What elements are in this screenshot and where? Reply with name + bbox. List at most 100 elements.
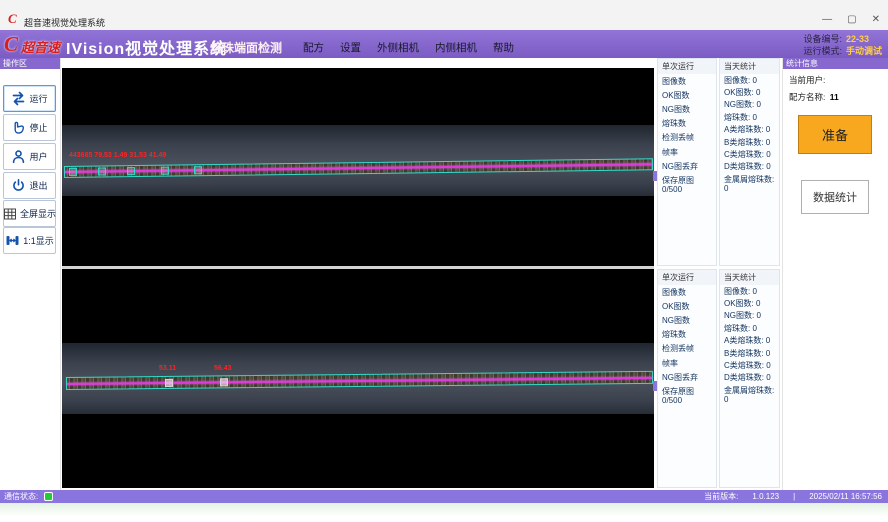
top-single-run-panel: 单次运行 图像数OK图数NG图数熔珠数检测丢帧帧率NG图丢弃保存原图 0/500: [657, 58, 717, 266]
minimize-button[interactable]: —: [822, 14, 832, 26]
window-bottom-edge: [0, 503, 888, 522]
recipe-name-value: 11: [830, 92, 839, 102]
stat-row: 金属屑熔珠数: 0: [720, 384, 779, 405]
panel-title: 单次运行: [658, 59, 716, 74]
app-logo-icon: C: [8, 12, 17, 25]
bead-marker: [220, 378, 228, 386]
stat-row: D类熔珠数: 0: [720, 372, 779, 384]
bead-marker: [69, 168, 77, 176]
menu-item[interactable]: 设置: [340, 40, 361, 55]
version-label: 当前版本:: [704, 491, 738, 502]
inner-camera-view[interactable]: 53.11 56.43: [62, 269, 654, 488]
stat-row: 保存原图 0/500: [658, 384, 716, 407]
measurement-annotation: 53.11: [159, 365, 176, 372]
brand-name: 超音速: [21, 37, 60, 56]
stat-row: 熔珠数: 0: [720, 322, 779, 334]
run-mode-value: 手动调试: [846, 46, 882, 56]
one-to-one-icon: [5, 233, 20, 248]
stat-row: C类熔珠数: 0: [720, 359, 779, 371]
measurement-annotation: 443685 79.53 1.49 31.53 41.49: [69, 152, 166, 159]
recipe-name-label: 配方名称:: [789, 92, 825, 102]
outer-camera-view[interactable]: 443685 79.53 1.49 31.53 41.49: [62, 68, 654, 266]
menu-item[interactable]: 帮助: [493, 40, 514, 55]
stat-row: B类熔珠数: 0: [720, 136, 779, 148]
measurement-line: [67, 377, 652, 385]
stat-row: 帧率: [658, 356, 716, 370]
stats-scrollbar-thumb[interactable]: [653, 171, 657, 181]
stat-row: NG图丢弃: [658, 159, 716, 173]
prepare-button[interactable]: 准备: [798, 115, 872, 154]
menu-item[interactable]: 配方: [303, 40, 324, 55]
user-button[interactable]: 用户: [3, 143, 56, 170]
stop-hand-icon: [11, 120, 26, 135]
stat-row: 熔珠数: [658, 117, 716, 131]
bead-marker: [98, 167, 106, 175]
stat-row: B类熔珠数: 0: [720, 347, 779, 359]
panel-title: 当天统计: [720, 59, 779, 74]
device-number-label: 设备编号:: [803, 34, 842, 44]
bottom-single-run-panel: 单次运行 图像数OK图数NG图数熔珠数检测丢帧帧率NG图丢弃保存原图 0/500: [657, 269, 717, 488]
stat-row: 图像数: [658, 74, 716, 88]
measurement-annotation: 56.43: [214, 365, 232, 372]
power-icon: [11, 178, 26, 193]
maximize-button[interactable]: ▢: [847, 14, 856, 26]
app-header: C 超音速 IVision视觉处理系统 熔珠端面检测 配方 设置 外侧相机 内侧相机 帮…: [0, 30, 888, 58]
exit-button-label: 退出: [29, 179, 47, 192]
top-daily-stats-panel: 当天统计 图像数: 0OK图数: 0NG图数: 0熔珠数: 0A类熔珠数: 0B…: [719, 58, 780, 266]
fullscreen-button[interactable]: 全屏显示: [3, 200, 56, 227]
project-subtitle: 熔珠端面检测: [210, 39, 282, 56]
stats-scrollbar-thumb[interactable]: [653, 381, 657, 391]
info-panel-title: 统计信息: [783, 58, 888, 69]
close-button[interactable]: ✕: [872, 14, 880, 26]
one-to-one-button-label: 1:1显示: [23, 234, 54, 247]
app-title: IVision视觉处理系统: [66, 35, 227, 59]
brand-swoosh-icon: C: [4, 32, 18, 57]
operation-sidebar: 操作区 运行 停止 用户: [0, 58, 61, 490]
stat-row: C类熔珠数: 0: [720, 148, 779, 160]
exit-button[interactable]: 退出: [3, 172, 56, 199]
panel-title: 单次运行: [658, 270, 716, 285]
status-separator: |: [793, 492, 795, 501]
stat-row: NG图数: 0: [720, 99, 779, 111]
stat-row: 检测丢帧: [658, 342, 716, 356]
one-to-one-button[interactable]: 1:1显示: [3, 227, 56, 254]
bead-marker: [127, 167, 135, 175]
run-button-label: 运行: [29, 92, 47, 105]
run-button[interactable]: 运行: [3, 85, 56, 112]
stat-row: OK图数: [658, 88, 716, 102]
stat-row: OK图数: [658, 299, 716, 313]
stat-row: A类熔珠数: 0: [720, 124, 779, 136]
status-datetime: 2025/02/11 16:57:56: [809, 492, 882, 501]
menu-item[interactable]: 内侧相机: [435, 40, 477, 55]
stat-row: 图像数: [658, 285, 716, 299]
statistics-info-panel: 统计信息 当前用户: 配方名称: 11 准备 数据统计: [782, 58, 888, 490]
fullscreen-icon: [3, 207, 17, 221]
stat-row: NG图数: [658, 102, 716, 116]
bead-marker: [165, 379, 173, 387]
bead-marker: [161, 167, 169, 175]
stat-row: NG图丢弃: [658, 370, 716, 384]
run-sync-icon: [11, 91, 26, 106]
user-button-label: 用户: [29, 150, 47, 163]
stat-row: OK图数: 0: [720, 86, 779, 98]
stat-row: OK图数: 0: [720, 297, 779, 309]
comm-status-indicator: [44, 492, 53, 501]
comm-status-label: 通信状态:: [4, 491, 38, 502]
stat-row: 图像数: 0: [720, 285, 779, 297]
stat-row: 帧率: [658, 145, 716, 159]
bead-marker: [194, 166, 202, 174]
window-titlebar: C 超音速视觉处理系统 — ▢ ✕: [0, 0, 888, 30]
menu-item[interactable]: 外侧相机: [377, 40, 419, 55]
stat-row: 检测丢帧: [658, 131, 716, 145]
stat-row: 金属屑熔珠数: 0: [720, 173, 779, 194]
data-statistics-button[interactable]: 数据统计: [801, 180, 869, 214]
sidebar-title: 操作区: [0, 58, 60, 69]
stat-row: 熔珠数: 0: [720, 111, 779, 123]
stop-button[interactable]: 停止: [3, 114, 56, 141]
run-mode-label: 运行模式:: [803, 46, 842, 56]
stat-row: 保存原图 0/500: [658, 173, 716, 196]
stat-row: D类熔珠数: 0: [720, 161, 779, 173]
stat-row: NG图数: [658, 313, 716, 327]
stat-row: NG图数: 0: [720, 310, 779, 322]
status-bar: 通信状态: 当前版本: 1.0.123 | 2025/02/11 16:57:5…: [0, 490, 888, 503]
